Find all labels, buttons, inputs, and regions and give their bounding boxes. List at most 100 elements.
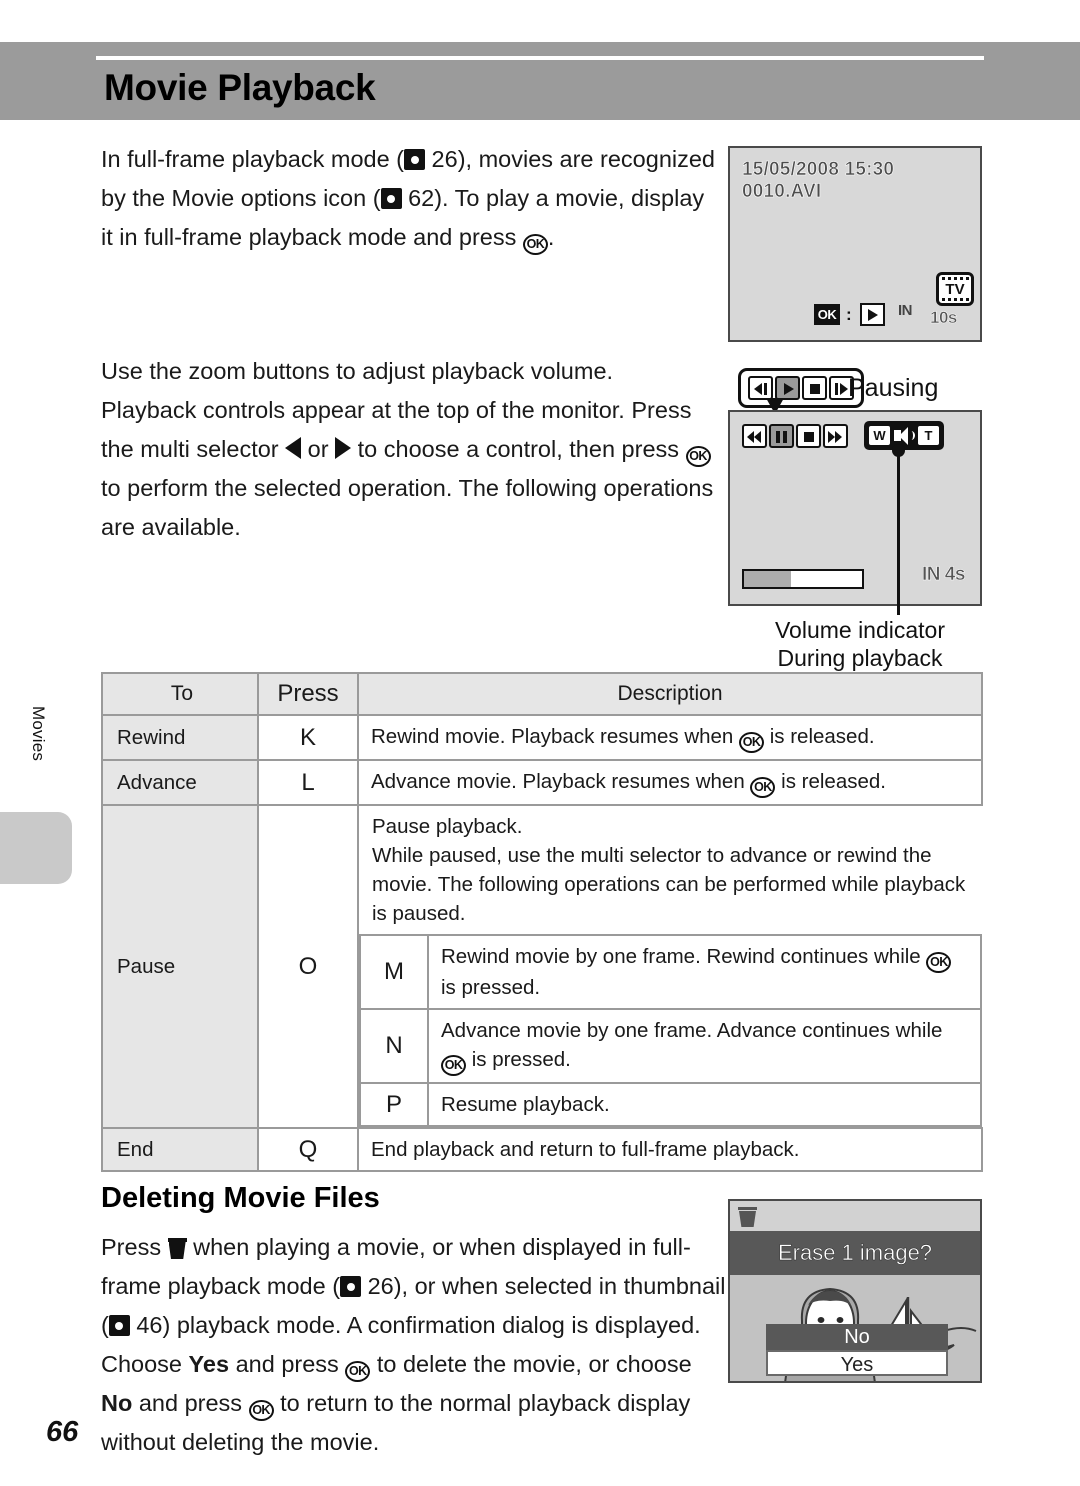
controls-text-3: to choose a control, then press bbox=[351, 436, 686, 462]
caption-line-1: Volume indicator bbox=[774, 617, 946, 643]
erase-option-yes[interactable]: Yes bbox=[766, 1350, 948, 1376]
sub-row-desc-p: Resume playback. bbox=[427, 1082, 982, 1127]
play-button-icon bbox=[775, 376, 800, 400]
table-row: Rewind K Rewind movie. Playback resumes … bbox=[101, 714, 983, 761]
row-key-rewind: K bbox=[257, 714, 359, 761]
section-heading-deleting: Deleting Movie Files bbox=[101, 1182, 380, 1214]
trash-icon bbox=[167, 1237, 187, 1259]
ok-button-icon: OK bbox=[685, 446, 711, 467]
desc-text: is released. bbox=[775, 770, 886, 793]
table-row: M Rewind movie by one frame. Rewind cont… bbox=[359, 934, 982, 1010]
zoom-wide-key-icon: W bbox=[869, 426, 890, 445]
pause-intro-text: Pause playback. While paused, use the mu… bbox=[360, 806, 981, 935]
table-row: Advance L Advance movie. Playback resume… bbox=[101, 759, 983, 806]
sub-row-desc-m: Rewind movie by one frame. Rewind contin… bbox=[427, 934, 982, 1010]
row-description-rewind: Rewind movie. Playback resumes when OK i… bbox=[357, 714, 983, 761]
desc-text: Advance movie by one frame. Advance cont… bbox=[441, 1019, 943, 1042]
delete-yes-label: Yes bbox=[188, 1351, 230, 1377]
movie-options-tv-icon: TV bbox=[936, 272, 974, 306]
page-number: 66 bbox=[46, 1416, 79, 1448]
volume-leader-line bbox=[897, 450, 900, 615]
intro-ref-1: 26 bbox=[431, 146, 458, 172]
controls-line-rest: Playback controls appear at the top of t… bbox=[101, 391, 721, 547]
ok-badge-icon: OK bbox=[814, 304, 840, 325]
table-row: End Q End playback and return to full-fr… bbox=[101, 1127, 983, 1172]
callout-label: Pausing bbox=[848, 374, 939, 402]
ok-button-icon: OK bbox=[248, 1400, 274, 1421]
pause-intro-line-1: Pause playback. bbox=[372, 815, 523, 838]
internal-memory-icon: IN bbox=[898, 302, 913, 319]
ok-button-icon: OK bbox=[441, 1055, 466, 1076]
lcd-screen-fullframe: 15/05/2008 15:30 0010.AVI OK : IN TV 10s bbox=[728, 146, 982, 342]
desc-text: is released. bbox=[764, 725, 875, 748]
playback-progress-fill bbox=[744, 571, 792, 587]
playback-progress-bar bbox=[742, 569, 864, 589]
delete-text-1: Press bbox=[101, 1234, 168, 1260]
caption-line-2: During playback bbox=[777, 645, 943, 671]
table-row-pause: Pause O Pause playback. While paused, us… bbox=[101, 804, 982, 1129]
controls-line-1: Use the zoom buttons to adjust playback … bbox=[101, 358, 614, 384]
duration-value: 4s bbox=[944, 564, 966, 586]
sub-row-desc-n: Advance movie by one frame. Advance cont… bbox=[427, 1008, 982, 1084]
desc-text: Advance movie. Playback resumes when bbox=[371, 770, 751, 793]
book-reference-icon bbox=[340, 1276, 362, 1297]
row-label-advance: Advance bbox=[101, 759, 259, 806]
row-description-end: End playback and return to full-frame pl… bbox=[357, 1127, 983, 1172]
book-reference-icon bbox=[108, 1315, 130, 1336]
desc-text: is pressed. bbox=[441, 976, 541, 999]
intro-paragraph: In full-frame playback mode ( 26), movie… bbox=[101, 140, 721, 257]
header-press: Press bbox=[257, 672, 359, 716]
sub-row-key-m: M bbox=[359, 934, 429, 1010]
erase-option-no[interactable]: No bbox=[766, 1324, 948, 1350]
volume-indicator: W T bbox=[864, 421, 944, 450]
lcd-filename: 0010.AVI bbox=[742, 181, 822, 203]
controls-paragraph: Use the zoom buttons to adjust playback … bbox=[101, 352, 721, 547]
play-badge-icon bbox=[860, 303, 885, 326]
book-reference-icon bbox=[404, 149, 426, 170]
playback-duration: IN 4s bbox=[922, 564, 966, 586]
erase-dialog-topbar bbox=[730, 1201, 980, 1231]
ok-button-icon: OK bbox=[926, 952, 952, 973]
controls-text-4: to perform the selected operation. The f… bbox=[101, 475, 714, 540]
playback-controls-callout bbox=[738, 368, 864, 408]
row-label-end: End bbox=[101, 1127, 259, 1172]
page-title: Movie Playback bbox=[104, 67, 376, 108]
delete-no-label: No bbox=[101, 1390, 133, 1416]
ok-button-icon: OK bbox=[345, 1361, 371, 1382]
side-tab-label: Movies bbox=[29, 706, 48, 762]
callout-control-bar bbox=[748, 376, 854, 400]
pause-intro-row: Pause playback. While paused, use the mu… bbox=[360, 806, 981, 935]
trash-icon bbox=[738, 1206, 757, 1227]
side-tab-block bbox=[0, 812, 72, 884]
screen-control-bar bbox=[742, 424, 848, 448]
row-key-pause: O bbox=[257, 804, 359, 1129]
intro-text-1: In full-frame playback mode ( bbox=[101, 146, 405, 172]
intro-ref-2: 62 bbox=[408, 185, 435, 211]
deleting-paragraph: Press when playing a movie, or when disp… bbox=[101, 1228, 726, 1462]
rewind-button-icon bbox=[742, 424, 767, 448]
lcd-status-row: OK : IN TV 10s bbox=[730, 272, 984, 338]
delete-text-6: to delete the movie, or choose bbox=[370, 1351, 692, 1377]
arrow-left-icon bbox=[285, 437, 302, 459]
table-header-row: To Press Description bbox=[101, 672, 983, 716]
speaker-wave-icon bbox=[908, 431, 915, 440]
movie-playback-operations-table: To Press Description Rewind K Rewind mov… bbox=[101, 672, 983, 1172]
sub-row-key-n: N bbox=[359, 1008, 429, 1084]
speaker-icon bbox=[893, 426, 915, 445]
row-key-end: Q bbox=[257, 1127, 359, 1172]
delete-text-5: and press bbox=[229, 1351, 346, 1377]
desc-text: is pressed. bbox=[466, 1048, 571, 1071]
erase-question: Erase 1 image? bbox=[730, 1231, 980, 1275]
table-row: N Advance movie by one frame. Advance co… bbox=[359, 1008, 982, 1084]
ok-button-icon: OK bbox=[522, 234, 548, 255]
stop-button-icon bbox=[802, 376, 827, 400]
book-reference-icon bbox=[380, 188, 402, 209]
pause-intro-line-2: While paused, use the multi selector to … bbox=[372, 844, 966, 925]
pause-nested-cell: Pause playback. While paused, use the mu… bbox=[358, 805, 982, 1128]
fast-forward-button-icon bbox=[823, 424, 848, 448]
ok-button-icon: OK bbox=[739, 732, 765, 753]
arrow-right-icon bbox=[335, 437, 352, 459]
lcd-datetime: 15/05/2008 15:30 bbox=[742, 159, 895, 181]
lcd-duration: 10s bbox=[930, 308, 958, 328]
volume-indicator-caption: Volume indicator During playback bbox=[730, 616, 990, 672]
